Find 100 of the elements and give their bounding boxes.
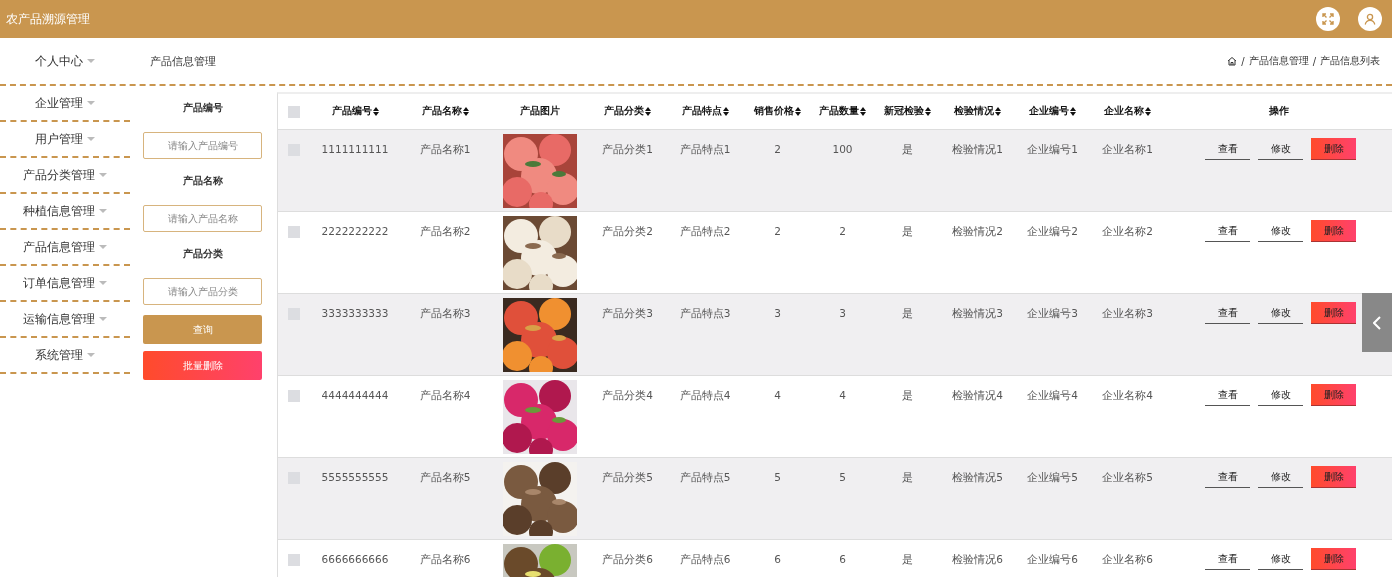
column-header[interactable]: 销售价格	[745, 105, 810, 118]
sidebar-item[interactable]: 产品信息管理	[23, 238, 107, 256]
caret-icon	[87, 353, 95, 357]
table-cell-text: 3333333333	[320, 306, 390, 321]
edit-button[interactable]: 修改	[1258, 138, 1303, 160]
table-cell-text: 产品名称1	[418, 142, 472, 157]
table-cell-text: 5	[773, 470, 782, 485]
app-title: 农产品溯源管理	[6, 10, 90, 28]
table-cell-text: 6	[838, 552, 847, 567]
table-cell-text: 是	[901, 224, 914, 239]
caret-icon	[99, 281, 107, 285]
column-header[interactable]: 产品名称	[400, 105, 490, 118]
delete-button[interactable]: 删除	[1311, 548, 1356, 570]
table-cell-text: 2	[838, 224, 847, 239]
checkbox[interactable]	[288, 226, 300, 238]
view-button[interactable]: 查看	[1205, 466, 1250, 488]
edit-button[interactable]: 修改	[1258, 302, 1303, 324]
table-cell-text: 6666666666	[320, 552, 390, 567]
view-button[interactable]: 查看	[1205, 220, 1250, 242]
sidebar-item[interactable]: 企业管理	[35, 94, 95, 112]
table-cell-text: 产品分类6	[601, 552, 654, 567]
view-button[interactable]: 查看	[1205, 302, 1250, 324]
checkbox[interactable]	[288, 554, 300, 566]
sidebar-item[interactable]: 系统管理	[35, 346, 95, 364]
column-header[interactable]: 检验情况	[940, 105, 1015, 118]
sort-icon	[372, 107, 379, 116]
column-header[interactable]: 新冠检验	[875, 105, 940, 118]
view-button[interactable]: 查看	[1205, 548, 1250, 570]
delete-button[interactable]: 删除	[1311, 220, 1356, 242]
checkbox[interactable]	[288, 105, 300, 118]
edit-button[interactable]: 修改	[1258, 548, 1303, 570]
breadcrumb-item[interactable]: 产品信息列表	[1320, 54, 1380, 68]
delete-button[interactable]: 删除	[1311, 302, 1356, 324]
sidebar-item[interactable]: 个人中心	[35, 52, 95, 70]
view-button[interactable]: 查看	[1205, 384, 1250, 406]
table-cell-text: 产品名称6	[418, 552, 472, 567]
breadcrumb-item[interactable]: 产品信息管理	[1248, 54, 1309, 68]
column-header: 产品图片	[519, 105, 561, 118]
table-cell-text: 5	[838, 470, 847, 485]
chevron-left-icon	[1373, 315, 1381, 330]
table-cell-text: 产品分类5	[601, 470, 654, 485]
edit-button[interactable]: 修改	[1258, 384, 1303, 406]
column-header[interactable]: 企业编号	[1015, 105, 1090, 118]
input-field[interactable]: 请输入产品名称	[143, 205, 262, 232]
column-header[interactable]: 产品分类	[590, 105, 665, 118]
home-icon[interactable]	[1227, 56, 1238, 66]
column-header[interactable]: 产品特点	[665, 105, 745, 118]
edit-button[interactable]: 修改	[1258, 220, 1303, 242]
table-cell-text: 是	[901, 388, 914, 403]
column-header: 操作	[1267, 105, 1290, 118]
caret-icon	[99, 173, 107, 177]
table-cell-text: 100	[831, 142, 854, 157]
view-button[interactable]: 查看	[1205, 138, 1250, 160]
table-cell-text: 检验情况1	[951, 142, 1004, 157]
sort-icon	[795, 107, 801, 116]
column-header[interactable]: 产品数量	[810, 105, 875, 118]
caret-icon	[87, 137, 95, 141]
table-cell-text: 检验情况6	[951, 552, 1004, 567]
table-cell-text: 产品名称2	[418, 224, 472, 239]
checkbox[interactable]	[288, 390, 300, 402]
caret-icon	[87, 59, 95, 63]
user-icon[interactable]	[1358, 7, 1382, 31]
table-cell-text: 企业名称6	[1101, 552, 1154, 567]
delete-button[interactable]: 删除	[1311, 384, 1356, 406]
delete-button[interactable]: 删除	[1311, 466, 1356, 488]
page-title: 产品信息管理	[150, 53, 217, 69]
sort-icon	[722, 107, 729, 116]
table-cell-text: 产品特点1	[678, 142, 732, 157]
sort-icon	[995, 107, 1001, 116]
caret-icon	[99, 317, 107, 321]
sidebar-item[interactable]: 订单信息管理	[23, 274, 107, 292]
sort-icon	[462, 107, 469, 116]
breadcrumb-separator: /	[1312, 55, 1316, 67]
sort-icon	[860, 107, 866, 116]
input-field[interactable]: 请输入产品分类	[143, 278, 262, 305]
input-field[interactable]: 请输入产品编号	[143, 132, 262, 159]
sidebar-item[interactable]: 种植信息管理	[23, 202, 107, 220]
table-cell-text: 产品特点6	[678, 552, 732, 567]
table-cell-text: 企业编号6	[1026, 552, 1079, 567]
table-cell-text: 企业名称1	[1101, 142, 1154, 157]
sidebar-item[interactable]: 用户管理	[35, 130, 95, 148]
fullscreen-icon[interactable]	[1316, 7, 1340, 31]
table-cell-text: 企业编号3	[1026, 306, 1079, 321]
delete-button[interactable]: 删除	[1311, 138, 1356, 160]
sidebar-item[interactable]: 产品分类管理	[23, 166, 107, 184]
caret-icon	[87, 101, 95, 105]
breadcrumb-separator: /	[1241, 55, 1245, 67]
table-cell-text: 4	[838, 388, 847, 403]
sidebar-item[interactable]: 运输信息管理	[23, 310, 107, 328]
side-tab[interactable]	[1362, 293, 1392, 352]
table-cell-text: 产品名称5	[418, 470, 472, 485]
caret-icon	[99, 245, 107, 249]
table-cell-text: 检验情况5	[951, 470, 1004, 485]
table-cell-text: 4	[773, 388, 782, 403]
column-header[interactable]: 企业名称	[1090, 105, 1165, 118]
table-cell-text: 产品分类2	[601, 224, 654, 239]
column-header[interactable]: 产品编号	[310, 105, 400, 118]
table-cell-text: 2222222222	[320, 224, 390, 239]
table-cell-text: 1111111111	[320, 142, 390, 157]
edit-button[interactable]: 修改	[1258, 466, 1303, 488]
